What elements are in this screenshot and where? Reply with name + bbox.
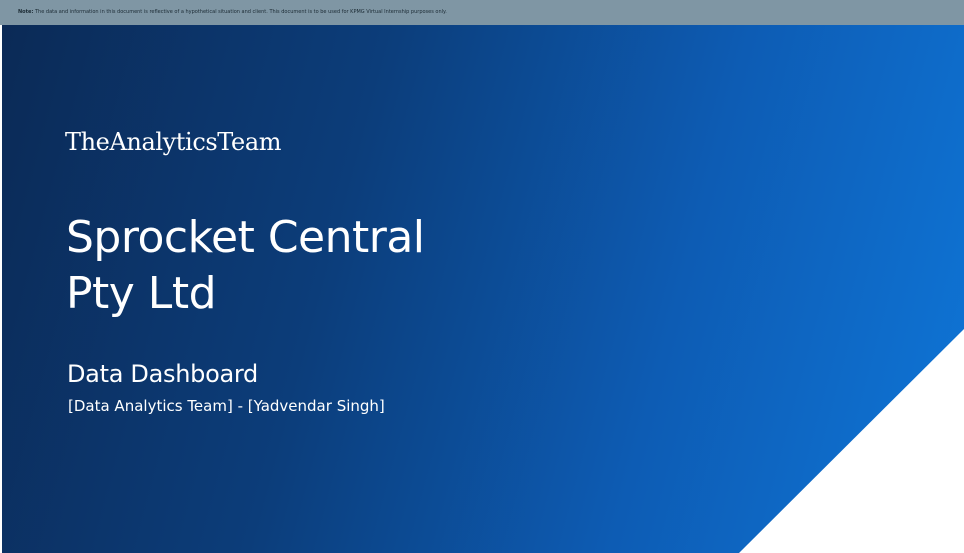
note-label: Note: (18, 9, 34, 15)
slide-title: Sprocket Central Pty Ltd (66, 210, 425, 322)
note-text: The data and information in this documen… (35, 9, 447, 15)
slide-subtitle: Data Dashboard (67, 360, 258, 388)
slide-title-line-1: Sprocket Central (66, 212, 425, 263)
slide-title-line-2: Pty Ltd (66, 268, 217, 319)
title-slide-page: Note: The data and information in this d… (0, 0, 964, 553)
slide-byline: [Data Analytics Team] - [Yadvendar Singh… (68, 397, 385, 415)
disclaimer-note-bar: Note: The data and information in this d… (0, 0, 964, 25)
brand-logo-text: TheAnalyticsTeam (65, 128, 282, 156)
slide-left-edge (0, 25, 2, 553)
